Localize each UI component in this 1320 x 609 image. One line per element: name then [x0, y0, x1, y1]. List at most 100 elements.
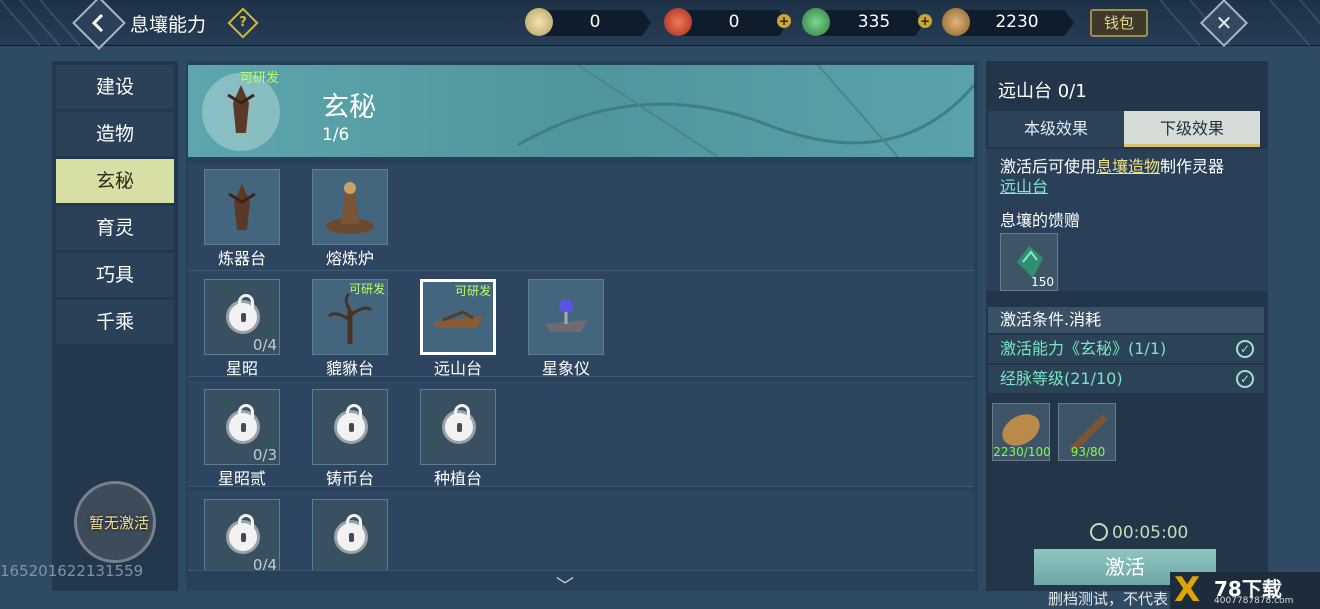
ability-label: 星昭: [225, 359, 258, 378]
ability-tile-xingzhao-2[interactable]: 0/3: [204, 389, 280, 465]
condition-row: 激活能力《玄秘》(1/1) ✓: [988, 335, 1264, 363]
ability-label: 种植台: [433, 469, 482, 488]
category-banner: 可研发 玄秘 1/6: [188, 65, 974, 157]
lock-icon: [334, 514, 368, 554]
condition-text: 激活能力《玄秘》(1/1): [1000, 339, 1167, 358]
desc-link-creation[interactable]: 息壤造物: [1096, 157, 1160, 176]
nav-item-mystic[interactable]: 玄秘: [56, 159, 174, 203]
cost-count: 2230/100: [993, 445, 1051, 459]
nav-item-creation[interactable]: 造物: [56, 112, 174, 156]
research-tag: 可研发: [348, 282, 385, 296]
lock-icon: [226, 294, 260, 334]
help-icon: ?: [239, 15, 247, 30]
research-tag: 可研发: [240, 71, 280, 86]
ability-label: 貔貅台: [325, 359, 374, 378]
ornament-left: [0, 0, 80, 46]
condition-text: 经脉等级(21/10): [1000, 369, 1123, 388]
lock-icon: [226, 404, 260, 444]
ability-progress: 0/3: [252, 446, 277, 464]
currency-red: 0: [664, 8, 794, 38]
ability-tile-zhongzhitai[interactable]: [420, 389, 496, 465]
nav-item-vehicles[interactable]: 千乘: [56, 300, 174, 344]
activation-emblem: 暂无激活: [74, 481, 156, 563]
ability-progress: 0/4: [252, 336, 277, 354]
ability-row: 炼器台 熔炼炉: [188, 165, 974, 271]
watermark-logo: X: [1174, 570, 1201, 609]
lock-icon: [442, 404, 476, 444]
green-coil-icon: [802, 8, 830, 36]
nav-item-nurture[interactable]: 育灵: [56, 206, 174, 250]
close-icon: ✕: [1215, 11, 1233, 35]
ability-row: 0/3 星昭贰 铸币台 种植台: [188, 381, 974, 488]
effect-panel: 激活后可使用息壤造物制作灵器 远山台 息壤的馈赠 150: [986, 149, 1268, 291]
category-count: 1/6: [322, 125, 350, 145]
ability-tile-xingxiangyi[interactable]: [528, 279, 604, 355]
activation-timer: 00:05:00: [1090, 523, 1188, 543]
ability-tile-zhubitai[interactable]: [312, 389, 388, 465]
add-currency-button[interactable]: +: [918, 14, 932, 28]
jade-coin-icon: [525, 8, 553, 36]
add-currency-button[interactable]: +: [777, 14, 791, 28]
ability-label: 星象仪: [541, 359, 590, 378]
currency-value: 0: [589, 12, 601, 32]
lock-icon: [226, 514, 260, 554]
currency-value: 335: [857, 12, 891, 32]
check-icon: ✓: [1236, 370, 1254, 388]
ability-tile-xingzhao[interactable]: 0/4: [204, 279, 280, 355]
cost-count: 93/80: [1070, 445, 1106, 459]
gift-item[interactable]: 150: [1000, 233, 1058, 291]
ability-tile-pixiutai[interactable]: 可研发: [312, 279, 388, 355]
ability-label: 熔炼炉: [325, 249, 374, 268]
lock-icon: [334, 404, 368, 444]
ability-tile-rongliandu[interactable]: [312, 169, 388, 245]
cost-item-wood[interactable]: 93/80: [1058, 403, 1116, 461]
ability-tile-lianqitai[interactable]: [204, 169, 280, 245]
forge-altar-icon: [228, 184, 256, 230]
page-title: 息壤能力: [130, 14, 207, 36]
wallet-button[interactable]: 钱包: [1090, 9, 1148, 37]
back-button[interactable]: [72, 0, 126, 50]
test-notice: 删档测试，不代表: [1048, 590, 1169, 608]
nav-item-construction[interactable]: 建设: [56, 65, 174, 109]
ability-tile-locked[interactable]: [312, 499, 388, 570]
gift-title: 息壤的馈赠: [1000, 211, 1081, 230]
banner-texture: [518, 65, 974, 157]
ability-label: 铸币台: [325, 469, 374, 488]
chevron-left-icon: [91, 13, 104, 33]
top-bar: 息壤能力 ? 0 0 + 335 + 2230 钱包 ✕: [0, 0, 1320, 50]
ability-label: 远山台: [433, 359, 482, 378]
category-name: 玄秘: [322, 92, 376, 123]
timer-value: 00:05:00: [1112, 523, 1189, 543]
ability-tile-yuanshantai[interactable]: 可研发: [420, 279, 496, 355]
tab-next-effect[interactable]: 下级效果: [1124, 111, 1260, 147]
player-id: 165201622131559: [0, 562, 144, 580]
ability-row: 0/4: [188, 491, 974, 571]
detail-title: 远山台 0/1: [998, 81, 1087, 102]
cost-item-seed[interactable]: 2230/100: [992, 403, 1051, 461]
currency-value: 0: [728, 12, 740, 32]
ability-list-panel: 可研发 玄秘 1/6 炼器台 熔炼炉 0/4 星昭 可研发 貔貅台 可研发 远山…: [186, 61, 978, 591]
currency-seed: 2230: [942, 8, 1082, 38]
smelting-furnace-icon: [326, 182, 374, 234]
ability-tile-locked[interactable]: 0/4: [204, 499, 280, 571]
site-watermark: X 78下载 4007787878.com: [1170, 572, 1320, 609]
effect-description: 激活后可使用息壤造物制作灵器 远山台: [1000, 157, 1262, 197]
scroll-down-icon[interactable]: ﹀: [556, 572, 574, 598]
currency-jade: 0: [525, 8, 655, 38]
help-button[interactable]: ?: [227, 7, 259, 39]
check-icon: ✓: [1236, 340, 1254, 358]
currency-value: 2230: [995, 12, 1039, 32]
detail-panel: 远山台 0/1 本级效果 下级效果 激活后可使用息壤造物制作灵器 远山台 息壤的馈…: [986, 61, 1268, 591]
clock-icon: [1090, 523, 1108, 541]
tab-current-effect[interactable]: 本级效果: [988, 111, 1124, 147]
desc-link-yuanshantai[interactable]: 远山台: [1000, 177, 1048, 196]
category-sidebar: 建设 造物 玄秘 育灵 巧具 千乘 暂无激活: [52, 61, 178, 591]
nav-item-tools[interactable]: 巧具: [56, 253, 174, 297]
astrolabe-icon: [545, 299, 587, 332]
condition-row: 经脉等级(21/10) ✓: [988, 365, 1264, 393]
ability-label: 炼器台: [217, 249, 266, 268]
research-tag: 可研发: [454, 284, 491, 298]
ability-progress: 0/4: [252, 556, 277, 571]
inactive-status: 暂无激活: [88, 514, 149, 532]
desc-text: 激活后可使用: [1000, 157, 1097, 176]
